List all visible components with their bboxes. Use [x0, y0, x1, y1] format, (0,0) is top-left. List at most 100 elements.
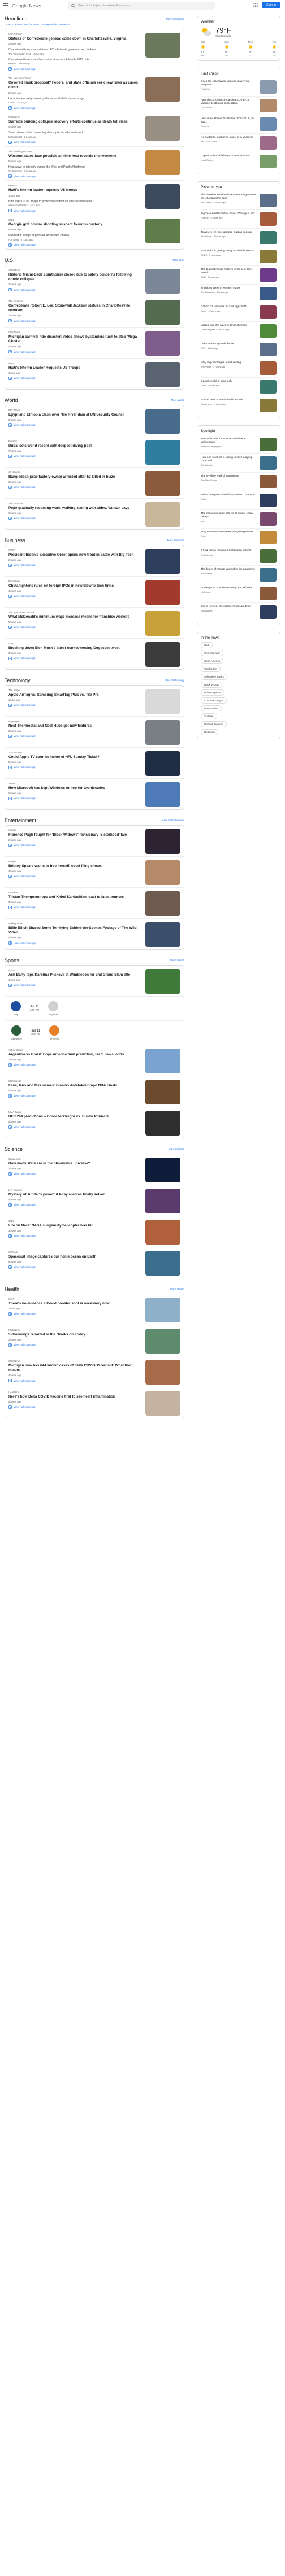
- story-thumbnail[interactable]: [145, 33, 180, 58]
- full-coverage-link[interactable]: View Full Coverage: [8, 1125, 139, 1129]
- topic-chip[interactable]: Charlottesville: [201, 650, 224, 656]
- full-coverage-link[interactable]: View Full Coverage: [8, 319, 139, 322]
- sidebar-story-title[interactable]: Travelers feel the squeeze in peak seaso…: [201, 231, 252, 234]
- story-thumbnail[interactable]: [145, 77, 180, 102]
- full-coverage-link[interactable]: View Full Coverage: [8, 1379, 139, 1382]
- source-name[interactable]: NPR: [8, 362, 139, 365]
- source-name[interactable]: CBS News: [8, 331, 139, 334]
- story-headline[interactable]: There's no evidence a Covid booster shot…: [8, 1302, 139, 1306]
- sidebar-story[interactable]: A look inside the new Smithsonian exhibi…: [201, 547, 277, 566]
- sidebar-story[interactable]: How one scientist is racing to save a dy…: [201, 454, 277, 473]
- story-headline[interactable]: Egypt and Ethiopia clash over Nile River…: [8, 413, 139, 417]
- source-name[interactable]: STAT: [8, 1298, 139, 1300]
- more-technology-link[interactable]: More Technology: [165, 679, 184, 682]
- story-headline[interactable]: How many stars are in the observable uni…: [8, 1162, 139, 1166]
- story-item[interactable]: Gizmodo Spacesuit image captures our home…: [5, 1247, 184, 1278]
- story-headline[interactable]: Florence Pugh fought for 'Black Widow's'…: [8, 833, 139, 837]
- story-item[interactable]: Deadline Tristan Thompson reps and Khloé …: [5, 888, 184, 919]
- more-sports-link[interactable]: More Sports: [170, 959, 184, 962]
- more-science-link[interactable]: More Science: [169, 1147, 184, 1150]
- source-name[interactable]: Healthline: [8, 1391, 139, 1394]
- topic-chip[interactable]: Richard Branson: [201, 721, 227, 727]
- story-item[interactable]: Al Jazeera Bangladesh juice factory owner…: [5, 468, 184, 499]
- related-headline[interactable]: Charlottesville removes Lee statue at ce…: [8, 58, 139, 62]
- story-thumbnail[interactable]: [145, 1390, 180, 1416]
- related-headline[interactable]: Charlottesville removes statues of Confe…: [8, 48, 139, 52]
- full-coverage-link[interactable]: View Full Coverage: [8, 486, 139, 489]
- source-name[interactable]: The Guardian: [8, 502, 139, 505]
- sidebar-story-title[interactable]: Chefs reinvent the classic American dine…: [201, 605, 251, 608]
- sidebar-story[interactable]: How Delta is getting ready for the fall …: [201, 247, 277, 266]
- sidebar-thumbnail[interactable]: [260, 305, 277, 319]
- source-name[interactable]: CNN: [8, 219, 139, 221]
- story-item[interactable]: The Guardian Confederate Robert E. Lee, S…: [5, 296, 184, 328]
- story-thumbnail[interactable]: [145, 116, 180, 141]
- sidebar-story[interactable]: Fact check: Claims regarding COVID-19 va…: [201, 97, 277, 115]
- story-item[interactable]: Space.com How many stars are in the obser…: [5, 1154, 184, 1185]
- sidebar-story-title[interactable]: COVID-19 vaccines for kids ages 5-11: [201, 305, 247, 308]
- sidebar-story-title[interactable]: Gas prices hit 7-year high: [201, 380, 232, 383]
- story-headline[interactable]: What McDonald's minimum wage increase me…: [8, 615, 139, 619]
- more-us-link[interactable]: More U.S.: [172, 259, 184, 261]
- story-headline[interactable]: Mystery of Jupiter's powerful X-ray auro…: [8, 1193, 139, 1197]
- sidebar-thumbnail[interactable]: [260, 438, 277, 451]
- full-coverage-link[interactable]: View Full Coverage: [8, 1063, 139, 1067]
- sidebar-story-title[interactable]: The 'liveable' sea level? How warming oc…: [201, 194, 256, 200]
- story-thumbnail[interactable]: [145, 408, 180, 434]
- full-coverage-link[interactable]: View Full Coverage: [8, 595, 139, 598]
- story-headline[interactable]: Pope gradually resuming work, walking, e…: [8, 506, 139, 510]
- sidebar-thumbnail[interactable]: [260, 155, 277, 168]
- sidebar-thumbnail[interactable]: [260, 494, 277, 507]
- source-name[interactable]: CNBC: [8, 642, 139, 645]
- story-item[interactable]: Yahoo Sports Argentina vs Brazil: Copa Am…: [5, 1045, 184, 1076]
- story-thumbnail[interactable]: [145, 1359, 180, 1385]
- story-headline[interactable]: Here's how Delta COVID vaccine first to …: [8, 1395, 139, 1399]
- story-thumbnail[interactable]: [145, 330, 180, 356]
- story-item[interactable]: CNN Georgia golf course shooting suspect …: [5, 215, 184, 249]
- story-headline[interactable]: Breaking down Elon Musk's latest market-…: [8, 646, 139, 650]
- sidebar-story[interactable]: Inside the quest to build a quantum comp…: [201, 491, 277, 510]
- more-business-link[interactable]: More Business: [167, 539, 184, 542]
- more-headlines-link[interactable]: More Headlines: [166, 18, 184, 20]
- apps-grid-icon[interactable]: [253, 3, 258, 7]
- story-headline[interactable]: Tristan Thompson reps and Khloé Kardashi…: [8, 895, 139, 900]
- full-coverage-link[interactable]: View Full Coverage: [8, 423, 139, 427]
- story-thumbnail[interactable]: [145, 439, 180, 465]
- sidebar-story[interactable]: Why chip shortages aren't ending The Verg…: [201, 359, 277, 378]
- sidebar-thumbnail[interactable]: [260, 231, 277, 244]
- story-item[interactable]: ABC News Historic Miami-Dade courthouse c…: [5, 265, 184, 296]
- story-item[interactable]: People Britney Spears wants to free herse…: [5, 857, 184, 888]
- story-item[interactable]: CBS News Michigan now has 644 known cases…: [5, 1356, 184, 1387]
- story-headline[interactable]: Statues of Confederate general come down…: [8, 37, 139, 41]
- source-name[interactable]: NBC News: [8, 1329, 139, 1331]
- sidebar-story-title[interactable]: How one scientist is racing to save a dy…: [201, 456, 252, 462]
- sidebar-story[interactable]: Delta variant spreads faster WSJ · 1 hour…: [201, 340, 277, 359]
- story-thumbnail[interactable]: [145, 501, 180, 527]
- sidebar-story-title[interactable]: Endangered species recovery in Californi…: [201, 587, 252, 590]
- story-thumbnail[interactable]: [145, 184, 180, 209]
- story-headline[interactable]: Life on Mars: NASA's ingenuity helicopte…: [8, 1224, 139, 1228]
- sidebar-story[interactable]: Travelers feel the squeeze in peak seaso…: [201, 229, 277, 247]
- source-name[interactable]: Space.com: [8, 1158, 139, 1160]
- story-thumbnail[interactable]: [145, 610, 180, 636]
- full-coverage-link[interactable]: View Full Coverage: [8, 906, 139, 909]
- story-item[interactable]: Variety Florence Pugh fought for 'Black W…: [5, 826, 184, 857]
- sidebar-story[interactable]: The economic ripple effects of supply ch…: [201, 510, 277, 529]
- story-headline[interactable]: Britney Spears wants to free herself, co…: [8, 864, 139, 868]
- source-name[interactable]: People: [8, 860, 139, 863]
- sidebar-story[interactable]: The biggest record holders in the U.S. t…: [201, 266, 277, 285]
- story-thumbnail[interactable]: [145, 828, 180, 854]
- full-coverage-link[interactable]: View Full Coverage: [8, 766, 139, 769]
- full-coverage-link[interactable]: View Full Coverage: [8, 626, 139, 629]
- full-coverage-link[interactable]: View Full Coverage: [8, 984, 139, 987]
- sidebar-story-title[interactable]: Shrinking lakes in western states: [201, 287, 240, 290]
- sidebar-story-title[interactable]: Why summer heat waves are getting worse: [201, 531, 253, 534]
- story-headline[interactable]: Fans, fans and fake names: Giannis Antet…: [8, 1084, 139, 1088]
- sidebar-story-title[interactable]: The invisible work of caregiving: [201, 475, 239, 478]
- source-name[interactable]: Variety: [8, 829, 139, 832]
- search-input[interactable]: [78, 4, 191, 7]
- full-coverage-link[interactable]: View Full Coverage: [8, 288, 139, 291]
- sidebar-thumbnail[interactable]: [260, 587, 277, 600]
- sidebar-story-title[interactable]: The economic ripple effects of supply ch…: [201, 512, 253, 518]
- story-thumbnail[interactable]: [145, 268, 180, 294]
